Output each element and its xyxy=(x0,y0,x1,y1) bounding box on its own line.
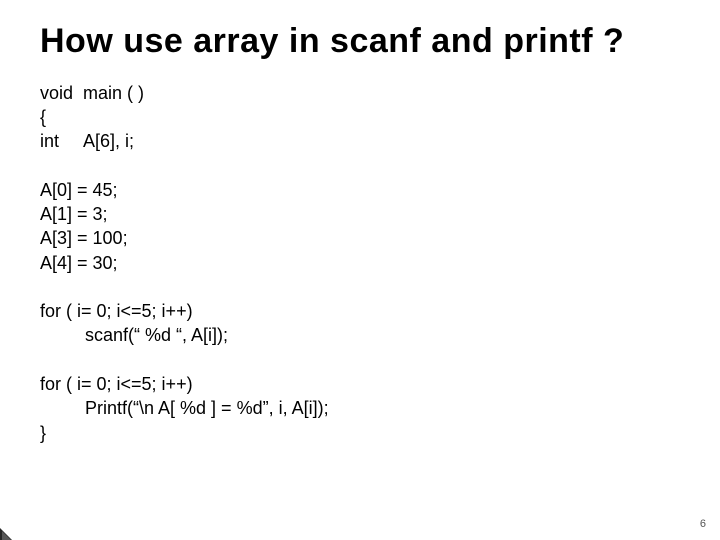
code-line: int A[6], i; xyxy=(40,131,134,151)
code-block: void main ( ) { int A[6], i; A[0] = 45; … xyxy=(40,81,680,445)
code-line: for ( i= 0; i<=5; i++) xyxy=(40,374,193,394)
code-line: } xyxy=(40,423,46,443)
slide: How use array in scanf and printf ? void… xyxy=(0,0,720,540)
code-line: A[1] = 3; xyxy=(40,204,108,224)
code-line: for ( i= 0; i<=5; i++) xyxy=(40,301,193,321)
code-line: A[4] = 30; xyxy=(40,253,118,273)
corner-decoration-inner xyxy=(2,531,11,540)
code-line: { xyxy=(40,107,46,127)
code-line: void main ( ) xyxy=(40,83,144,103)
code-line: Printf(“\n A[ %d ] = %d”, i, A[i]); xyxy=(40,398,329,418)
code-line: scanf(“ %d “, A[i]); xyxy=(40,325,228,345)
code-line: A[3] = 100; xyxy=(40,228,128,248)
slide-title: How use array in scanf and printf ? xyxy=(40,20,680,63)
code-line: A[0] = 45; xyxy=(40,180,118,200)
page-number: 6 xyxy=(700,518,706,530)
